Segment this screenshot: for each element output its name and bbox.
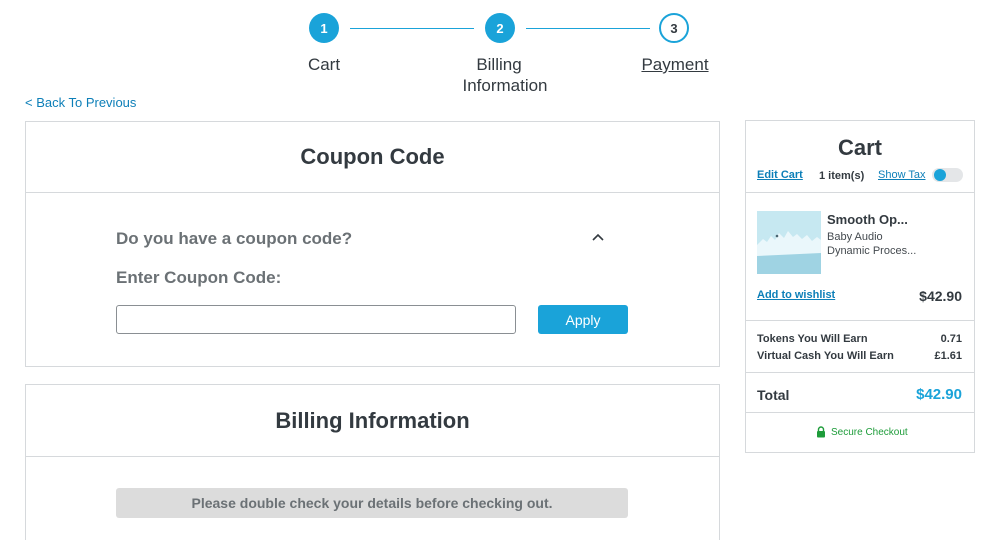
cart-item-count: 1 item(s) xyxy=(819,170,865,182)
add-to-wishlist-link[interactable]: Add to wishlist xyxy=(757,289,835,301)
product-thumbnail[interactable] xyxy=(757,211,821,274)
virtual-cash-value: £1.61 xyxy=(934,350,962,362)
product-name[interactable]: Smooth Op... xyxy=(827,212,908,227)
coupon-field-label: Enter Coupon Code: xyxy=(116,268,282,287)
step-2-number: 2 xyxy=(496,20,504,36)
show-tax-toggle[interactable] xyxy=(932,168,963,182)
item-price: $42.90 xyxy=(919,288,962,304)
edit-cart-link[interactable]: Edit Cart xyxy=(757,169,803,181)
tokens-value: 0.71 xyxy=(940,333,962,345)
step-3-number: 3 xyxy=(670,20,678,36)
step-2-label-line2: Information xyxy=(462,76,548,95)
lock-icon xyxy=(817,426,825,438)
cart-divider xyxy=(746,320,974,321)
total-label: Total xyxy=(757,387,790,403)
cart-divider xyxy=(746,412,974,413)
step-3-circle[interactable]: 3 xyxy=(659,13,689,43)
virtual-cash-label: Virtual Cash You Will Earn xyxy=(757,350,894,362)
toggle-knob xyxy=(934,169,946,181)
step-1-number: 1 xyxy=(320,20,328,36)
apply-coupon-button[interactable]: Apply xyxy=(538,305,628,334)
cart-divider xyxy=(746,192,974,193)
step-2-label[interactable]: Billing Information xyxy=(445,54,565,96)
product-category: Dynamic Proces... xyxy=(827,245,917,257)
step-3-label[interactable]: Payment xyxy=(630,54,720,75)
step-2-label-line1: Billing xyxy=(476,55,522,74)
show-tax-link[interactable]: Show Tax xyxy=(878,169,926,181)
back-to-previous-link[interactable]: < Back To Previous xyxy=(25,95,136,110)
coupon-panel-title: Coupon Code xyxy=(26,122,719,193)
billing-panel-title: Billing Information xyxy=(26,385,719,457)
product-artwork-icon xyxy=(757,211,821,274)
cart-divider xyxy=(746,372,974,373)
step-1-label[interactable]: Cart xyxy=(294,54,354,75)
step-1-circle[interactable]: 1 xyxy=(309,13,339,43)
cart-title: Cart xyxy=(837,135,882,160)
tokens-label: Tokens You Will Earn xyxy=(757,333,868,345)
coupon-question-toggle[interactable]: Do you have a coupon code? xyxy=(116,229,352,249)
coupon-code-input[interactable] xyxy=(116,305,516,334)
billing-notice: Please double check your details before … xyxy=(116,488,628,518)
chevron-up-icon[interactable] xyxy=(591,230,605,244)
total-value: $42.90 xyxy=(916,386,962,403)
secure-checkout[interactable]: Secure Checkout xyxy=(816,426,908,438)
step-2-circle[interactable]: 2 xyxy=(485,13,515,43)
product-brand: Baby Audio xyxy=(827,231,883,243)
secure-checkout-label: Secure Checkout xyxy=(831,426,908,438)
step-connector-2-3 xyxy=(526,28,650,29)
step-connector-1-2 xyxy=(350,28,474,29)
